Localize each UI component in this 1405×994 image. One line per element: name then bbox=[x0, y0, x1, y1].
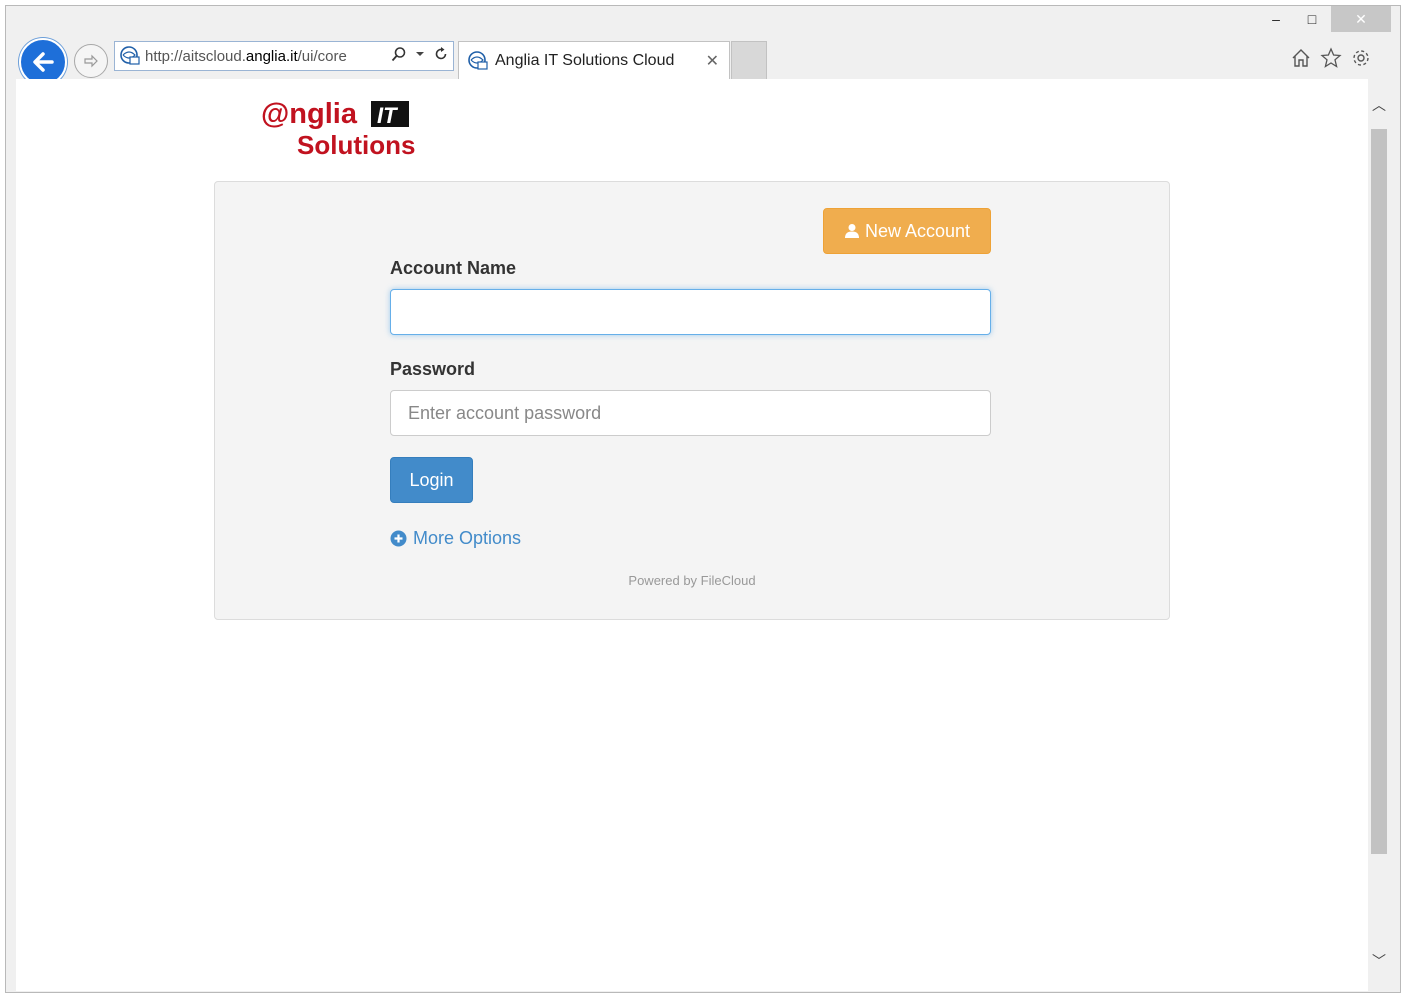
account-name-input[interactable] bbox=[390, 289, 991, 335]
account-name-label: Account Name bbox=[390, 258, 517, 278]
browser-tools bbox=[1290, 47, 1372, 69]
password-label: Password bbox=[390, 359, 476, 379]
more-options-label: More Options bbox=[413, 528, 522, 548]
scrollbar-thumb[interactable] bbox=[1371, 129, 1387, 854]
forward-arrow-icon bbox=[84, 54, 98, 68]
vertical-scrollbar[interactable]: ︿ ﹀ bbox=[1368, 79, 1390, 991]
plus-circle-icon bbox=[390, 530, 407, 547]
browser-window: – □ ✕ http://aitscloud.anglia.it/ui/core bbox=[5, 5, 1401, 993]
new-tab-button[interactable] bbox=[731, 41, 767, 79]
password-input[interactable] bbox=[390, 390, 991, 436]
maximize-button[interactable]: □ bbox=[1297, 6, 1327, 32]
tab-title: Anglia IT Solutions Cloud bbox=[495, 51, 675, 69]
anglia-it-logo: @nglia IT Solutions bbox=[261, 93, 421, 160]
close-window-button[interactable]: ✕ bbox=[1331, 6, 1391, 32]
login-panel: New Account Account Name Password Login … bbox=[214, 181, 1170, 620]
refresh-icon[interactable] bbox=[433, 46, 449, 62]
address-bar[interactable]: http://aitscloud.anglia.it/ui/core bbox=[114, 41, 454, 71]
site-icon bbox=[120, 46, 140, 65]
tab-anglia-cloud[interactable]: Anglia IT Solutions Cloud ✕ bbox=[458, 41, 730, 79]
browser-titlebar: – □ ✕ http://aitscloud.anglia.it/ui/core bbox=[6, 6, 1400, 86]
scroll-up-icon[interactable]: ︿ bbox=[1368, 95, 1390, 115]
settings-gear-icon[interactable] bbox=[1350, 47, 1372, 69]
svg-text:@nglia: @nglia bbox=[261, 98, 358, 130]
new-account-button[interactable]: New Account bbox=[823, 208, 991, 254]
svg-text:Solutions: Solutions bbox=[297, 130, 415, 159]
more-options-link[interactable]: More Options bbox=[390, 528, 521, 549]
new-account-label: New Account bbox=[864, 220, 971, 241]
dropdown-icon[interactable] bbox=[415, 49, 425, 59]
scroll-down-icon[interactable]: ﹀ bbox=[1368, 951, 1390, 971]
search-icon[interactable] bbox=[391, 46, 407, 62]
site-icon bbox=[468, 50, 488, 70]
page-viewport: @nglia IT Solutions New Account Account … bbox=[16, 79, 1368, 991]
address-url: http://aitscloud.anglia.it/ui/core bbox=[145, 47, 347, 65]
login-button[interactable]: Login bbox=[390, 457, 473, 503]
svg-text:IT: IT bbox=[377, 103, 398, 128]
user-icon bbox=[844, 224, 859, 238]
close-tab-icon[interactable]: ✕ bbox=[706, 51, 719, 71]
favorites-star-icon[interactable] bbox=[1320, 47, 1342, 69]
back-arrow-icon bbox=[33, 52, 54, 72]
forward-button[interactable] bbox=[74, 44, 108, 78]
home-icon[interactable] bbox=[1290, 47, 1312, 69]
powered-by-text: Powered by FileCloud bbox=[628, 573, 756, 588]
minimize-button[interactable]: – bbox=[1261, 6, 1291, 32]
